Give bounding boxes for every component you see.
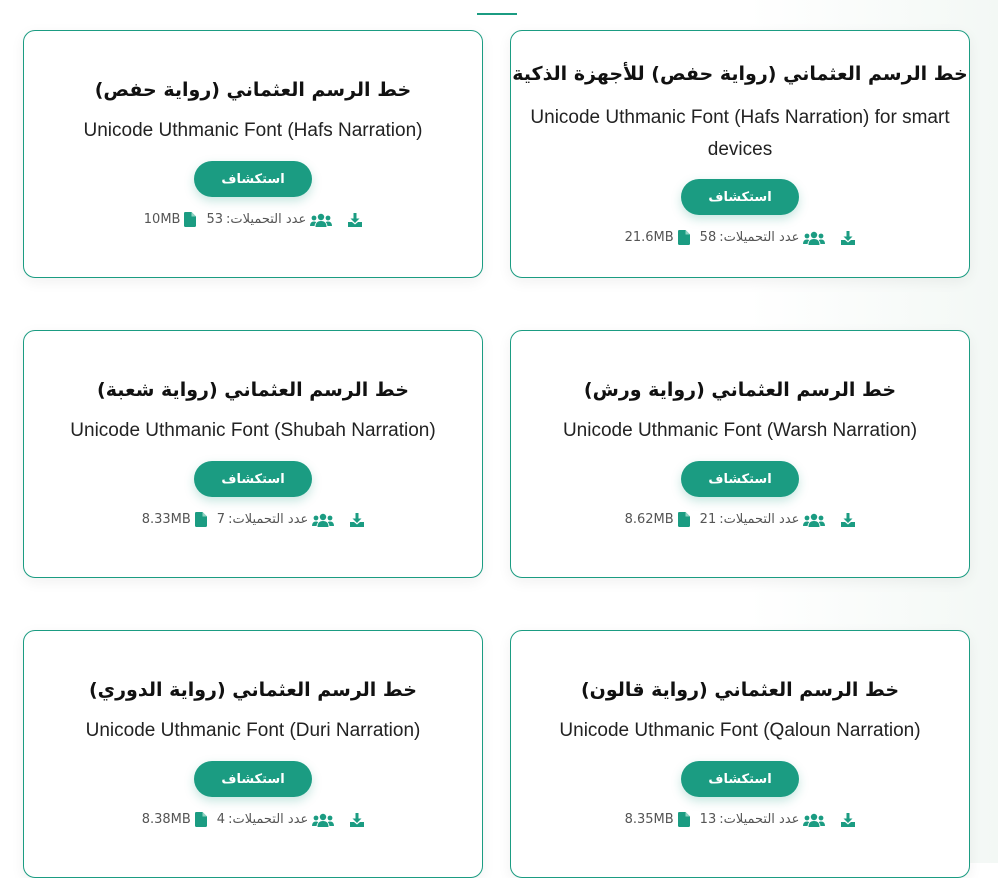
download-count-label: عدد التحميلات: <box>719 230 800 245</box>
download-count-text: عدد التحميلات: 21 <box>700 512 800 527</box>
card-subtitle: Unicode Uthmanic Font (Duri Narration) <box>85 720 421 741</box>
users-icon <box>803 513 826 527</box>
users-icon <box>803 231 826 245</box>
card-title: خط الرسم العثماني (رواية حفص) <box>94 79 412 101</box>
download-count-text: عدد التحميلات: 53 <box>206 212 306 227</box>
download-count-value: 21 <box>699 512 717 527</box>
card-title: خط الرسم العثماني (رواية قالون) <box>580 679 900 701</box>
download-count-text: عدد التحميلات: 4 <box>217 812 308 827</box>
explore-button[interactable]: استكشاف <box>194 161 312 197</box>
file-size: 10MB <box>144 212 197 227</box>
file-icon <box>194 812 207 827</box>
section-divider <box>477 13 517 15</box>
file-size: 8.35MB <box>625 812 690 827</box>
download-count-text: عدد التحميلات: 58 <box>700 230 800 245</box>
users-icon <box>312 813 335 827</box>
download-icon[interactable] <box>350 812 365 827</box>
download-count: عدد التحميلات: 58 <box>700 230 826 245</box>
file-size: 8.38MB <box>142 812 207 827</box>
explore-button[interactable]: استكشاف <box>194 461 312 497</box>
file-icon <box>677 230 690 245</box>
card-subtitle: Unicode Uthmanic Font (Qaloun Narration) <box>559 720 921 741</box>
file-size: 8.62MB <box>625 512 690 527</box>
card-title: خط الرسم العثماني (رواية ورش) <box>583 379 897 401</box>
font-card: خط الرسم العثماني (رواية حفص) للأجهزة ال… <box>510 30 970 278</box>
file-icon <box>677 512 690 527</box>
file-icon <box>677 812 690 827</box>
download-count-value: 7 <box>216 512 226 527</box>
card-title: خط الرسم العثماني (رواية شعبة) <box>97 379 409 401</box>
file-size-value: 8.35MB <box>624 812 674 827</box>
file-size-value: 8.62MB <box>624 512 674 527</box>
file-size-value: 10MB <box>143 212 181 227</box>
card-title: خط الرسم العثماني (رواية حفص) للأجهزة ال… <box>512 63 968 85</box>
download-icon[interactable] <box>841 230 856 245</box>
font-card: خط الرسم العثماني (رواية ورش) Unicode Ut… <box>510 330 970 578</box>
file-icon <box>184 212 197 227</box>
download-count-label: عدد التحميلات: <box>228 812 309 827</box>
card-meta: 8.62MB عدد التحميلات: 21 <box>625 512 856 527</box>
download-count: عدد التحميلات: 7 <box>217 512 335 527</box>
download-count-value: 53 <box>206 212 224 227</box>
download-count: عدد التحميلات: 13 <box>700 812 826 827</box>
download-count-label: عدد التحميلات: <box>719 512 800 527</box>
download-count-value: 58 <box>699 230 717 245</box>
download-count-text: عدد التحميلات: 7 <box>217 512 308 527</box>
font-card: خط الرسم العثماني (رواية حفص) Unicode Ut… <box>23 30 483 278</box>
file-size-value: 8.38MB <box>141 812 191 827</box>
card-meta: 8.33MB عدد التحميلات: 7 <box>142 512 365 527</box>
file-icon <box>194 512 207 527</box>
download-count: عدد التحميلات: 21 <box>700 512 826 527</box>
download-icon[interactable] <box>350 512 365 527</box>
users-icon <box>312 513 335 527</box>
explore-button[interactable]: استكشاف <box>681 461 799 497</box>
font-card: خط الرسم العثماني (رواية قالون) Unicode … <box>510 630 970 878</box>
card-subtitle: Unicode Uthmanic Font (Hafs Narration) <box>83 120 423 141</box>
download-icon[interactable] <box>841 812 856 827</box>
download-count: عدد التحميلات: 53 <box>206 212 333 227</box>
explore-button[interactable]: استكشاف <box>681 761 799 797</box>
card-meta: 21.6MB عدد التحميلات: 58 <box>625 230 856 245</box>
file-size-value: 21.6MB <box>624 230 674 245</box>
card-subtitle: Unicode Uthmanic Font (Hafs Narration) f… <box>530 107 950 160</box>
card-meta: 8.35MB عدد التحميلات: 13 <box>625 812 856 827</box>
download-icon[interactable] <box>841 512 856 527</box>
download-count-label: عدد التحميلات: <box>228 512 309 527</box>
font-card: خط الرسم العثماني (رواية شعبة) Unicode U… <box>23 330 483 578</box>
users-icon <box>310 213 333 227</box>
card-meta: 8.38MB عدد التحميلات: 4 <box>142 812 365 827</box>
card-meta: 10MB عدد التحميلات: 53 <box>144 212 363 227</box>
download-count-text: عدد التحميلات: 13 <box>700 812 800 827</box>
card-subtitle: Unicode Uthmanic Font (Warsh Narration) <box>562 420 918 441</box>
card-subtitle: Unicode Uthmanic Font (Shubah Narration) <box>70 420 436 441</box>
file-size: 21.6MB <box>625 230 690 245</box>
file-size: 8.33MB <box>142 512 207 527</box>
font-card: خط الرسم العثماني (رواية الدوري) Unicode… <box>23 630 483 878</box>
users-icon <box>803 813 826 827</box>
download-count: عدد التحميلات: 4 <box>217 812 335 827</box>
download-count-value: 13 <box>699 812 717 827</box>
download-icon[interactable] <box>348 212 363 227</box>
file-size-value: 8.33MB <box>141 512 191 527</box>
download-count-label: عدد التحميلات: <box>226 212 307 227</box>
download-count-label: عدد التحميلات: <box>719 812 800 827</box>
card-title: خط الرسم العثماني (رواية الدوري) <box>89 679 417 701</box>
explore-button[interactable]: استكشاف <box>681 179 799 215</box>
explore-button[interactable]: استكشاف <box>194 761 312 797</box>
download-count-value: 4 <box>216 812 226 827</box>
